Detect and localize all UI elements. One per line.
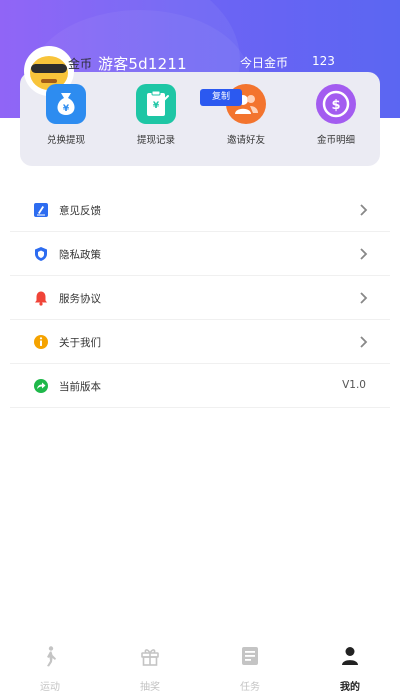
info-icon <box>34 335 48 349</box>
menu-item-label: 意见反馈 <box>59 205 101 217</box>
quick-action-label: 提现记录 <box>136 135 175 146</box>
task-list-icon <box>242 647 258 665</box>
avatar-mouth <box>41 79 57 83</box>
copy-button[interactable]: 复制 <box>200 89 242 106</box>
tab-label: 我的 <box>340 682 360 691</box>
tab-tasks[interactable]: 任务 <box>200 645 300 691</box>
quick-action-label: 邀请好友 <box>226 135 265 146</box>
today-coins-label: 今日金币 <box>240 56 289 70</box>
menu-item-current-version: 当前版本 V1.0 <box>10 364 390 408</box>
svg-text:¥: ¥ <box>63 104 70 114</box>
today-coins-value: 123 <box>312 54 335 68</box>
quick-action-label: 金币明细 <box>316 135 355 146</box>
chevron-right-icon <box>360 204 368 216</box>
menu-item-label: 当前版本 <box>59 381 101 393</box>
menu-item-label: 隐私政策 <box>59 249 101 261</box>
menu-item-label: 关于我们 <box>59 337 101 349</box>
tab-mine[interactable]: 我的 <box>300 645 400 691</box>
tab-label: 抽奖 <box>140 682 160 691</box>
dollar-coin-icon: $ <box>316 84 356 124</box>
coin-label: 金币 <box>68 57 93 71</box>
tab-label: 任务 <box>240 682 260 691</box>
avatar-sunglasses <box>31 64 67 73</box>
money-bag-icon: ¥ <box>46 84 86 124</box>
menu-item-about-us[interactable]: 关于我们 <box>10 320 390 364</box>
gift-icon <box>141 649 159 666</box>
menu-item-service-agreement[interactable]: 服务协议 <box>10 276 390 320</box>
tab-lottery[interactable]: 抽奖 <box>100 645 200 691</box>
chevron-right-icon <box>360 248 368 260</box>
feedback-pencil-icon <box>34 203 48 217</box>
svg-text:$: $ <box>331 98 340 113</box>
walking-icon <box>47 646 56 667</box>
version-value: V1.0 <box>342 379 366 391</box>
chevron-right-icon <box>360 292 368 304</box>
share-arrow-icon <box>34 379 48 393</box>
clipboard-yen-icon: ¥ <box>136 84 176 124</box>
bottom-tab-bar: 运动 抽奖 任务 我的 <box>0 640 400 691</box>
shield-icon <box>35 247 47 261</box>
svg-text:¥: ¥ <box>153 101 160 111</box>
quick-action-exchange[interactable]: ¥ 兑换提现 <box>21 84 111 146</box>
username: 游客5d1211 <box>98 55 187 73</box>
person-icon <box>342 647 358 665</box>
quick-action-coin-details[interactable]: $ 金币明细 <box>291 84 381 146</box>
menu-item-feedback[interactable]: 意见反馈 <box>10 188 390 232</box>
quick-action-label: 兑换提现 <box>46 135 85 146</box>
menu-item-privacy-policy[interactable]: 隐私政策 <box>10 232 390 276</box>
tab-sport[interactable]: 运动 <box>0 645 100 691</box>
menu-item-label: 服务协议 <box>59 293 101 305</box>
quick-action-withdraw-records[interactable]: ¥ 提现记录 <box>111 84 201 146</box>
tab-label: 运动 <box>40 682 60 691</box>
bell-icon <box>35 291 47 306</box>
chevron-right-icon <box>360 336 368 348</box>
settings-menu: 意见反馈 隐私政策 服务协议 关于我们 当前版本 V1.0 <box>10 188 390 408</box>
